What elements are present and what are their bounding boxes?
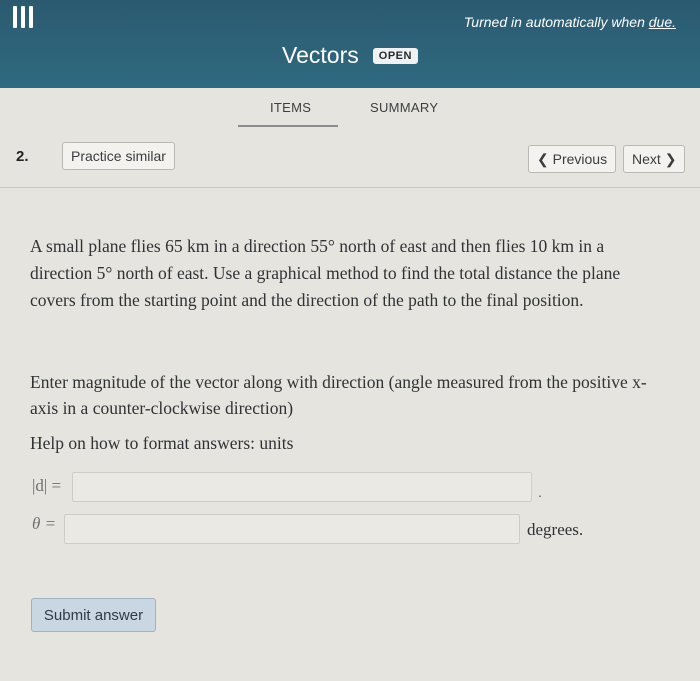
previous-button[interactable]: ❮ Previous [528,145,617,173]
question-number: 2. [16,148,29,165]
menu-icon[interactable] [13,6,33,28]
auto-note-text: Turned in automatically when [463,14,649,30]
chevron-right-icon: ❯ [664,151,677,167]
instruction-text: Enter magnitude of the vector along with… [30,372,647,418]
help-link[interactable]: Help on how to format answers: units [30,433,293,454]
angle-label: θ = [32,514,57,533]
app-header: Turned in automatically when due. Vector… [0,0,700,88]
practice-similar-button[interactable]: Practice similar [62,142,175,170]
submit-answer-button[interactable]: Submit answer [31,598,156,632]
next-button[interactable]: Next ❯ [623,145,686,173]
page-title: Vectors [282,42,359,68]
angle-input[interactable] [64,514,520,544]
question-bar: 2. Practice similar ❮ Previous Next ❯ [0,140,700,188]
magnitude-label: |d| = [32,476,62,495]
question-text: A small plane flies 65 km in a direction… [30,236,621,310]
next-label: Next [632,151,661,167]
previous-label: Previous [552,151,608,167]
chevron-left-icon: ❮ [537,151,549,167]
magnitude-period: . [538,484,542,500]
tab-bar: ITEMS SUMMARY [0,88,700,140]
auto-submit-note: Turned in automatically when due. [464,14,676,30]
active-tab-indicator [238,125,338,127]
tab-summary[interactable]: SUMMARY [370,100,438,115]
title-row: Vectors OPEN [0,42,700,69]
magnitude-input[interactable] [72,472,532,502]
due-link[interactable]: due. [649,14,676,30]
angle-unit-label: degrees. [527,520,584,539]
status-badge: OPEN [372,47,418,64]
tab-items[interactable]: ITEMS [270,100,311,115]
